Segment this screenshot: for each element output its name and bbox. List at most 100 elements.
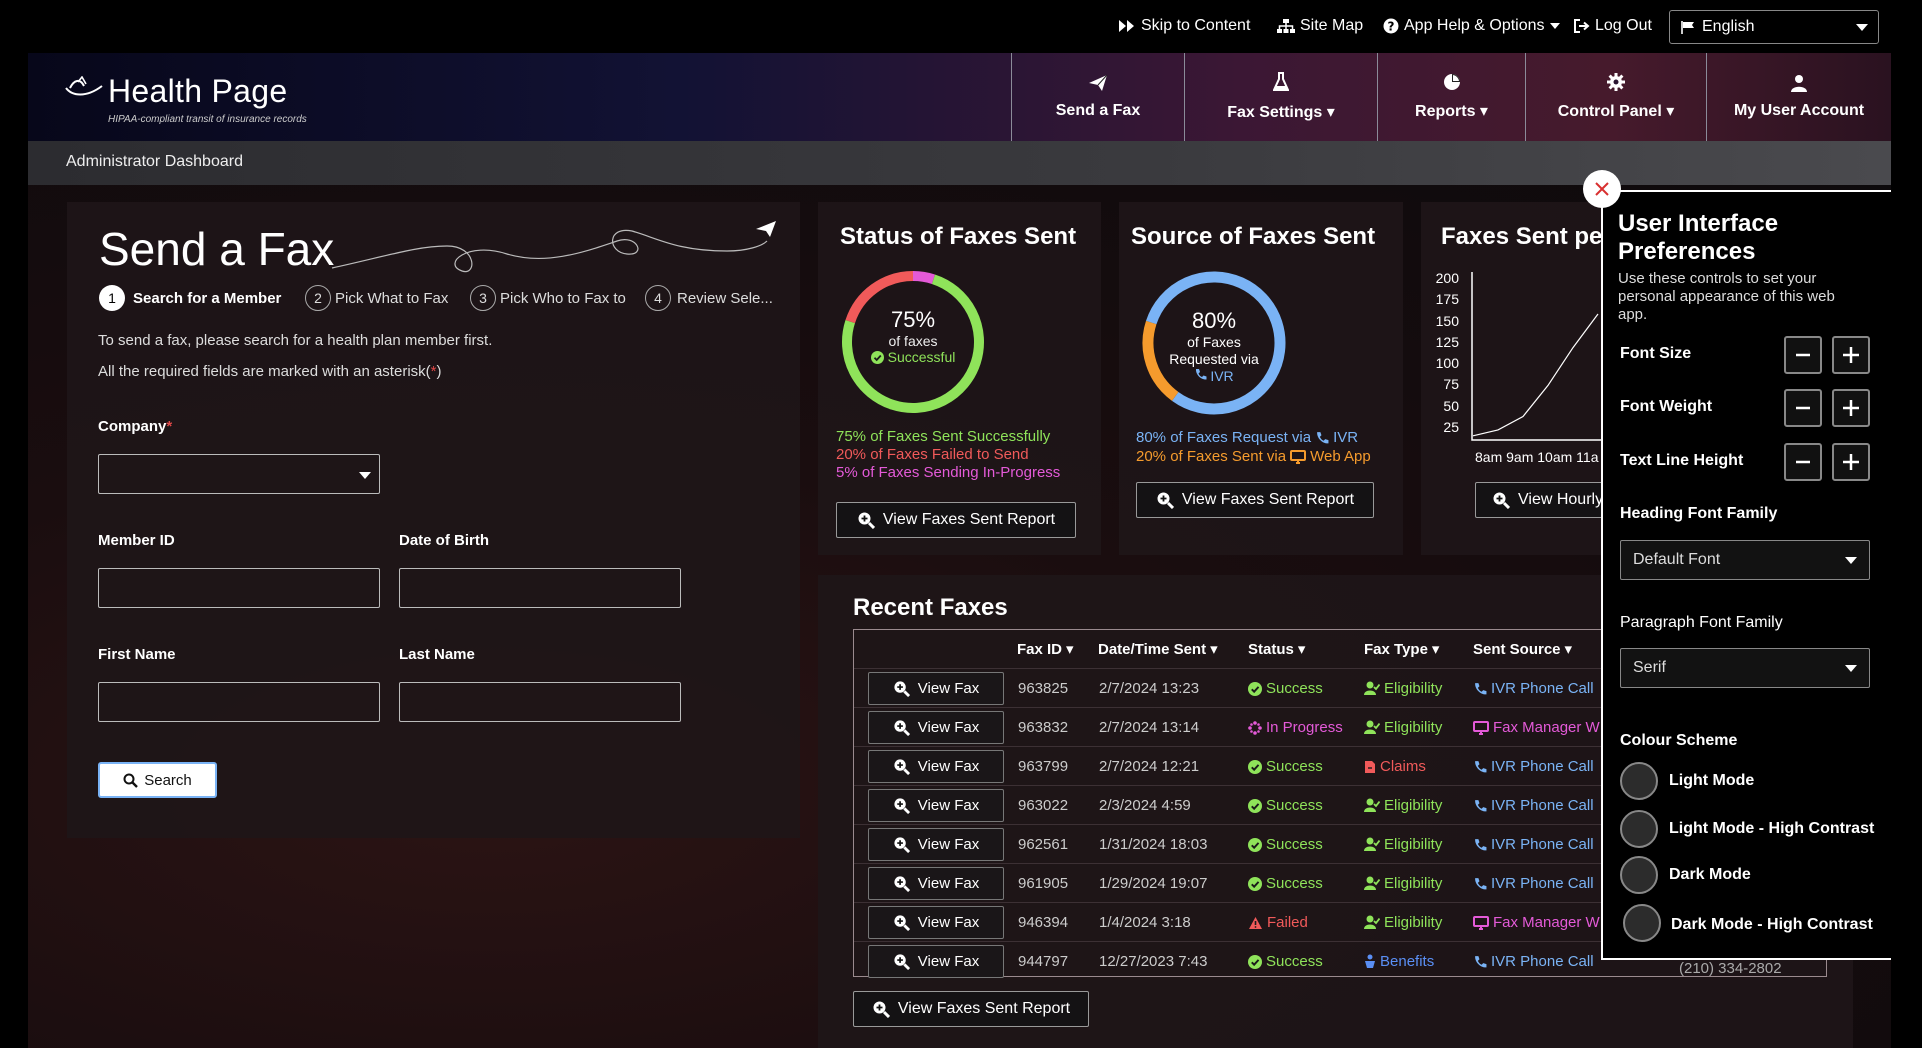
phone-icon (1475, 955, 1487, 967)
font-size-decrease-button[interactable] (1784, 336, 1822, 374)
date-cell: 2/7/2024 13:14 (1099, 719, 1200, 736)
brand-name[interactable]: Health Page (108, 73, 287, 110)
date-cell: 1/31/2024 18:03 (1099, 836, 1208, 853)
log-out-icon (1574, 19, 1590, 33)
scheme-dark-radio[interactable] (1620, 856, 1658, 894)
paper-plane-icon (1089, 74, 1108, 91)
bird-logo-icon (65, 76, 103, 96)
view-fax-label: View Fax (917, 758, 980, 775)
source-view-report-button[interactable]: View Faxes Sent Report (1136, 482, 1374, 518)
dob-field[interactable] (399, 568, 681, 608)
fax-type-text: Eligibility (1384, 680, 1443, 697)
scheme-light-label[interactable]: Light Mode (1669, 772, 1754, 790)
font-weight-decrease-button[interactable] (1784, 389, 1822, 427)
nav-control-panel[interactable]: Control Panel ▾ (1525, 53, 1706, 141)
fax-type-cell: Eligibility (1364, 914, 1442, 931)
heading-family-select[interactable]: Default Font (1620, 540, 1870, 580)
font-size-label: Font Size (1620, 345, 1692, 362)
line-height-decrease-button[interactable] (1784, 443, 1822, 481)
hourly-view-button[interactable]: View Hourly (1475, 482, 1621, 518)
status-center-line1: of faxes (888, 333, 938, 349)
last-name-label: Last Name (399, 646, 475, 663)
view-fax-button[interactable]: View Fax (868, 789, 1004, 822)
source-center-line3: IVR (1139, 368, 1289, 385)
search-button[interactable]: Search (98, 762, 217, 798)
plus-icon (1843, 454, 1859, 470)
view-fax-button[interactable]: View Fax (868, 828, 1004, 861)
line-height-increase-button[interactable] (1832, 443, 1870, 481)
fax-id-cell: 963799 (1018, 758, 1069, 775)
font-weight-increase-button[interactable] (1832, 389, 1870, 427)
view-fax-button[interactable]: View Fax (868, 867, 1004, 900)
nav-send-fax[interactable]: Send a Fax (1011, 53, 1184, 141)
first-name-field[interactable] (98, 682, 380, 722)
logo[interactable] (64, 76, 104, 100)
view-fax-button[interactable]: View Fax (868, 945, 1004, 978)
benefits-icon (1365, 954, 1375, 968)
svg-text:?: ? (1388, 20, 1395, 34)
paragraph-family-select[interactable]: Serif (1620, 648, 1870, 688)
nav-control-panel-label: Control Panel (1557, 103, 1662, 120)
font-size-increase-button[interactable] (1832, 336, 1870, 374)
flask-icon (1273, 72, 1289, 91)
prefs-description: Use these controls to set your personal … (1618, 270, 1835, 324)
sent-source-text: IVR Phone Call (1491, 680, 1594, 697)
view-fax-button[interactable]: View Fax (868, 906, 1004, 939)
col-fax-type[interactable]: Fax Type ▾ (1364, 640, 1439, 659)
view-fax-button[interactable]: View Fax (868, 750, 1004, 783)
caret-down-icon (1549, 23, 1560, 29)
company-label-text: Company (98, 418, 167, 435)
user-check-icon (1364, 837, 1380, 851)
status-legend-success: 75% of Faxes Sent Successfully (836, 428, 1051, 445)
col-date[interactable]: Date/Time Sent ▾ (1098, 640, 1218, 659)
language-value: English (1702, 18, 1755, 35)
source-center-pct: 80% (1191, 308, 1237, 333)
date-cell: 1/29/2024 19:07 (1099, 875, 1208, 892)
app-help-menu[interactable]: ? App Help & Options (1383, 17, 1560, 35)
main-header: Health Page HIPAA-compliant transit of i… (28, 53, 1891, 141)
scheme-light-hc-label[interactable]: Light Mode - High Contrast (1669, 820, 1874, 838)
scheme-dark-hc-label[interactable]: Dark Mode - High Contrast (1671, 916, 1873, 934)
prefs-close-button[interactable] (1583, 170, 1621, 208)
desktop-icon (1290, 449, 1307, 464)
scheme-light-radio[interactable] (1620, 762, 1658, 800)
company-select[interactable] (98, 454, 380, 494)
check-circle-icon (1248, 837, 1262, 852)
site-map-link[interactable]: Site Map (1277, 17, 1363, 35)
y-tick: 150 (1435, 312, 1459, 329)
zoom-in-icon (894, 681, 910, 697)
nav-fax-settings[interactable]: Fax Settings ▾ (1184, 53, 1377, 141)
scheme-dark-hc-radio[interactable] (1623, 904, 1661, 942)
language-select[interactable]: English (1669, 10, 1879, 44)
nav-reports[interactable]: Reports ▾ (1377, 53, 1525, 141)
sent-source-cell: IVR Phone Call (1473, 797, 1594, 814)
user-check-icon (1364, 876, 1380, 890)
last-name-field[interactable] (399, 682, 681, 722)
skip-to-content-link[interactable]: Skip to Content (1118, 17, 1250, 35)
scheme-dark-label[interactable]: Dark Mode (1669, 866, 1751, 884)
recent-view-report-button[interactable]: View Faxes Sent Report (853, 991, 1089, 1027)
col-fax-id[interactable]: Fax ID ▾ (1017, 640, 1074, 659)
col-fax-type-label: Fax Type (1364, 640, 1428, 658)
col-status[interactable]: Status ▾ (1248, 640, 1305, 659)
close-icon (1595, 182, 1609, 196)
view-fax-button[interactable]: View Fax (868, 672, 1004, 705)
sent-source-text: IVR Phone Call (1491, 953, 1594, 970)
nav-my-account[interactable]: My User Account (1706, 53, 1891, 141)
check-circle-icon (1248, 759, 1262, 774)
fax-id-cell: 963832 (1018, 719, 1069, 736)
status-text: Success (1266, 797, 1323, 814)
scheme-light-hc-radio[interactable] (1620, 810, 1658, 848)
fax-type-cell: Eligibility (1364, 797, 1442, 814)
member-id-field[interactable] (98, 568, 380, 608)
view-fax-button[interactable]: View Fax (868, 711, 1004, 744)
member-id-label: Member ID (98, 532, 175, 549)
status-view-report-button[interactable]: View Faxes Sent Report (836, 502, 1076, 538)
sent-source-text: IVR Phone Call (1491, 797, 1594, 814)
col-sent-source[interactable]: Sent Source ▾ (1473, 640, 1572, 659)
check-circle-icon (1248, 954, 1262, 969)
log-out-label: Log Out (1595, 17, 1652, 34)
fax-id-cell: 963825 (1018, 680, 1069, 697)
status-cell: In Progress (1248, 719, 1343, 736)
log-out-link[interactable]: Log Out (1573, 17, 1652, 35)
